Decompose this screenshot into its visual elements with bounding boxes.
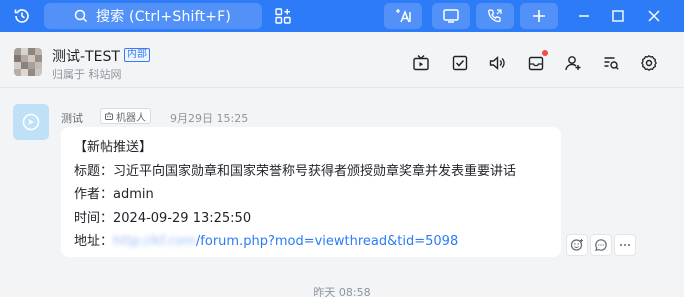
date-divider: 昨天 08:58 xyxy=(313,286,371,297)
robot-tag-label: 机器人 xyxy=(116,112,146,124)
url-path: /forum.php?mod=viewthread&tid=5098 xyxy=(195,234,459,249)
title-bar: 搜索 (Ctrl+Shift+F) xyxy=(0,0,684,32)
author-label: 作者： xyxy=(74,187,114,202)
thread-link[interactable]: http://kf.com/forum.php?mod=viewthread&t… xyxy=(113,234,458,249)
robot-icon xyxy=(105,112,113,120)
settings-icon[interactable] xyxy=(638,52,660,74)
apps-grid-icon[interactable] xyxy=(272,0,294,32)
message-heading: 【新帖推送】 xyxy=(74,140,153,155)
message-title-line: 标题：习近平向国家勋章和国家荣誉称号获得者颁授勋章奖章并发表重要讲话 xyxy=(74,160,548,184)
search-history-icon[interactable] xyxy=(600,52,622,74)
chat-subtitle[interactable]: 归属于 科站网 xyxy=(52,66,122,82)
time-label: 时间： xyxy=(74,210,114,226)
add-member-icon[interactable] xyxy=(562,52,584,74)
close-icon[interactable] xyxy=(642,0,666,32)
phone-icon[interactable] xyxy=(476,3,514,29)
add-icon[interactable] xyxy=(520,3,558,29)
reply-icon[interactable] xyxy=(590,234,612,256)
group-avatar[interactable] xyxy=(14,48,42,76)
message-time: 9月29日 15:25 xyxy=(170,112,249,125)
maximize-icon[interactable] xyxy=(606,0,630,32)
announcement-icon[interactable] xyxy=(486,52,508,74)
message-time-line: 时间：2024-09-29 13:25:50 xyxy=(74,207,548,231)
reaction-icon[interactable] xyxy=(566,234,588,256)
history-icon[interactable] xyxy=(10,0,34,32)
title-value: 习近平向国家勋章和国家荣誉称号获得者颁授勋章奖章并发表重要讲话 xyxy=(113,163,517,179)
notification-dot xyxy=(542,50,548,56)
chat-title[interactable]: 测试-TEST xyxy=(52,46,120,66)
sender-name[interactable]: 测试 xyxy=(61,110,83,126)
message-bubble[interactable]: 【新帖推送】 标题：习近平向国家勋章和国家荣誉称号获得者颁授勋章奖章并发表重要讲… xyxy=(61,127,561,257)
bot-avatar[interactable] xyxy=(13,104,49,140)
message-url-line: 地址：http://kf.com/forum.php?mod=viewthrea… xyxy=(74,230,548,254)
title-label: 标题： xyxy=(74,163,114,179)
robot-tag: 机器人 xyxy=(100,108,151,124)
inbox-icon[interactable] xyxy=(525,50,548,74)
search-icon xyxy=(74,9,88,27)
url-blurred-host: http://kf.com xyxy=(113,234,196,249)
author-value: admin xyxy=(113,187,154,202)
task-check-icon[interactable] xyxy=(449,52,471,74)
more-icon[interactable] xyxy=(614,234,636,256)
minimize-icon[interactable] xyxy=(572,0,596,32)
search-placeholder: 搜索 (Ctrl+Shift+F) xyxy=(96,9,232,25)
ai-assistant-icon[interactable] xyxy=(384,3,422,29)
url-label: 地址： xyxy=(74,234,114,249)
internal-badge: 内部 xyxy=(124,48,150,62)
live-tv-icon[interactable] xyxy=(410,52,432,74)
search-input[interactable]: 搜索 (Ctrl+Shift+F) xyxy=(44,3,262,29)
screen-share-icon[interactable] xyxy=(432,3,470,29)
message-author-line: 作者：admin xyxy=(74,183,548,207)
time-value: 2024-09-29 13:25:50 xyxy=(113,210,252,226)
